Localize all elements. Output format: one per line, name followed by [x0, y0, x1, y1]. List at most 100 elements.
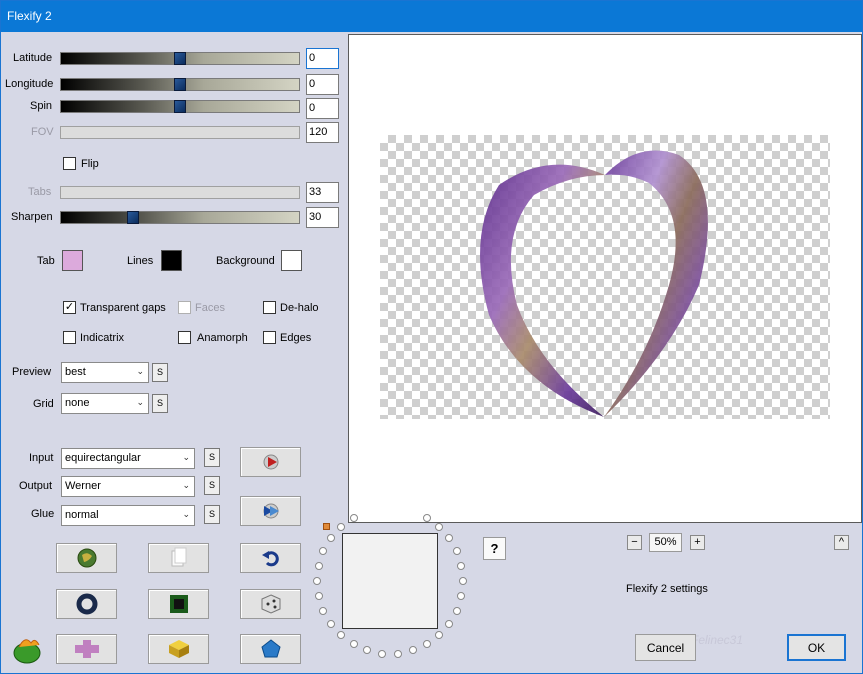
sharpen-slider-thumb[interactable]	[127, 211, 139, 224]
output-label: Output	[19, 480, 53, 492]
sharpen-input[interactable]: 30	[306, 207, 339, 228]
latitude-label: Latitude	[13, 52, 53, 64]
orbit-dot[interactable]	[422, 640, 431, 649]
collapse-button[interactable]: ^	[834, 535, 849, 550]
transparent-gaps-checkbox[interactable]: ✓	[63, 301, 76, 314]
orbit-handle-icon[interactable]	[323, 523, 330, 530]
orbit-dot[interactable]	[326, 619, 335, 628]
settings-label: Flexify 2 settings	[626, 583, 708, 595]
undo-button[interactable]	[240, 543, 301, 573]
spin-slider[interactable]	[60, 100, 300, 113]
indicatrix-checkbox[interactable]	[63, 331, 76, 344]
orbit-dot[interactable]	[349, 513, 358, 522]
navigator-thumbnail[interactable]	[342, 533, 438, 629]
frame-icon	[169, 595, 188, 613]
orbit-dot[interactable]	[363, 646, 372, 655]
undo-icon	[261, 551, 279, 567]
orbit-dot[interactable]	[349, 640, 358, 649]
preview-select[interactable]: best ⌄	[61, 362, 149, 383]
indicatrix-label: Indicatrix	[80, 332, 125, 344]
zoom-in-button[interactable]: +	[690, 535, 705, 550]
zoom-level[interactable]: 50%	[649, 533, 682, 552]
orbit-dot[interactable]	[378, 649, 387, 658]
tabs-input[interactable]: 33	[306, 182, 339, 203]
tab-color-swatch[interactable]	[62, 250, 83, 271]
orbit-dot[interactable]	[314, 592, 323, 601]
longitude-slider-thumb[interactable]	[174, 78, 186, 91]
output-select[interactable]: Werner ⌄	[61, 476, 195, 497]
orbit-dot[interactable]	[314, 561, 323, 570]
orbit-dot[interactable]	[393, 649, 402, 658]
orbit-dot[interactable]	[445, 534, 454, 543]
orbit-dot[interactable]	[459, 577, 467, 585]
preview-canvas[interactable]	[348, 34, 862, 523]
frame-button[interactable]	[148, 589, 209, 619]
orbit-dot[interactable]	[422, 513, 431, 522]
preview-save-button[interactable]: S	[152, 363, 168, 382]
lines-color-swatch[interactable]	[161, 250, 182, 271]
play-icon	[263, 454, 278, 470]
de-halo-label: De-halo	[280, 302, 319, 314]
glue-save-button[interactable]: S	[204, 505, 220, 524]
forward-button[interactable]	[240, 496, 301, 526]
grid-save-button[interactable]: S	[152, 394, 168, 413]
flip-checkbox[interactable]	[63, 157, 76, 170]
input-select-value: equirectangular	[65, 452, 141, 464]
longitude-slider[interactable]	[60, 78, 300, 91]
help-button[interactable]: ?	[483, 537, 506, 560]
spin-input[interactable]: 0	[306, 98, 339, 119]
copy-button[interactable]	[148, 543, 209, 573]
de-halo-checkbox[interactable]	[263, 301, 276, 314]
orbit-dot[interactable]	[452, 547, 461, 556]
orbit-dot[interactable]	[337, 631, 346, 640]
fov-label: FOV	[31, 126, 54, 138]
globe-button[interactable]	[56, 543, 117, 573]
fov-input[interactable]: 120	[306, 122, 339, 143]
orbit-dot[interactable]	[319, 606, 328, 615]
input-select[interactable]: equirectangular ⌄	[61, 448, 195, 469]
orbit-dot[interactable]	[326, 534, 335, 543]
play-button[interactable]	[240, 447, 301, 477]
flip-label: Flip	[81, 158, 99, 170]
orbit-dot[interactable]	[313, 577, 321, 585]
glue-select[interactable]: normal ⌄	[61, 505, 195, 526]
latitude-slider-thumb[interactable]	[174, 52, 186, 65]
grid-select[interactable]: none ⌄	[61, 393, 149, 414]
tabs-label: Tabs	[28, 186, 52, 198]
dice-icon	[261, 594, 280, 614]
spin-slider-thumb[interactable]	[174, 100, 186, 113]
input-save-button[interactable]: S	[204, 448, 220, 467]
cancel-button[interactable]: Cancel	[635, 634, 696, 661]
pentagon-button[interactable]	[240, 634, 301, 664]
sharpen-slider[interactable]	[60, 211, 300, 224]
latitude-slider[interactable]	[60, 52, 300, 65]
orbit-dot[interactable]	[452, 606, 461, 615]
orbit-dot[interactable]	[445, 619, 454, 628]
chevron-down-icon: ⌄	[182, 509, 190, 519]
zoom-out-button[interactable]: −	[627, 535, 642, 550]
flexify-logo-icon	[11, 633, 45, 668]
tab-color-label: Tab	[37, 255, 55, 267]
edges-checkbox[interactable]	[263, 331, 276, 344]
orbit-dot[interactable]	[457, 592, 466, 601]
cube-button[interactable]	[148, 634, 209, 664]
background-color-swatch[interactable]	[281, 250, 302, 271]
orbit-dot[interactable]	[319, 547, 328, 556]
ok-button[interactable]: OK	[787, 634, 846, 661]
orbit-dot[interactable]	[434, 631, 443, 640]
orbit-dot[interactable]	[434, 522, 443, 531]
longitude-input[interactable]: 0	[306, 74, 339, 95]
preview-label: Preview	[12, 366, 52, 378]
chevron-down-icon: ⌄	[136, 366, 144, 376]
add-button[interactable]	[56, 634, 117, 664]
anamorph-checkbox[interactable]	[178, 331, 191, 344]
output-save-button[interactable]: S	[204, 476, 220, 495]
orbit-dot[interactable]	[408, 646, 417, 655]
orbit-dot[interactable]	[337, 522, 346, 531]
orbit-dot[interactable]	[457, 561, 466, 570]
ring-button[interactable]	[56, 589, 117, 619]
cube-icon	[168, 640, 189, 658]
title-bar: Flexify 2	[1, 1, 862, 32]
latitude-input[interactable]: 0	[306, 48, 339, 69]
random-button[interactable]	[240, 589, 301, 619]
